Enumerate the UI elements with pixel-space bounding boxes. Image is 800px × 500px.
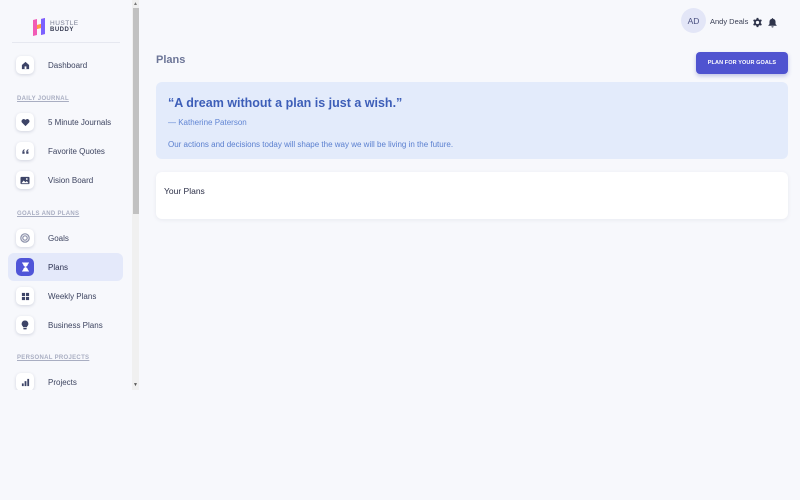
quote-text: “A dream without a plan is just a wish.” xyxy=(168,96,403,110)
sidebar-item-label: Projects xyxy=(48,377,77,387)
hourglass-icon xyxy=(16,258,34,276)
sidebar-item-projects[interactable]: Projects xyxy=(8,368,123,390)
grid-icon xyxy=(16,287,34,305)
section-title-goals-and-plans: GOALS AND PLANS xyxy=(17,211,80,217)
sidebar-item-label: 5 Minute Journals xyxy=(48,117,112,127)
sidebar-item-business-plans[interactable]: Business Plans xyxy=(8,311,123,339)
sidebar-item-label: Goals xyxy=(48,233,69,243)
house-icon xyxy=(16,56,34,74)
page-title: Plans xyxy=(156,54,186,66)
your-plans-title: Your Plans xyxy=(164,186,205,196)
sidebar-item-plans[interactable]: Plans xyxy=(8,253,123,281)
logo-text: HUSTLE BUDDY xyxy=(50,20,79,34)
section-title-personal-projects: PERSONAL PROJECTS xyxy=(17,355,90,361)
quote-subtext: Our actions and decisions today will sha… xyxy=(168,140,454,149)
sidebar-item-5-minute-journals[interactable]: 5 Minute Journals xyxy=(8,108,123,136)
sidebar-scrollbar[interactable]: ▲ ▼ xyxy=(132,0,139,390)
sidebar-item-vision-board[interactable]: Vision Board xyxy=(8,166,123,194)
quote-card: “A dream without a plan is just a wish.”… xyxy=(156,82,788,159)
sidebar: HUSTLE BUDDY Dashboard DAILY JOURNAL 5 M… xyxy=(0,0,132,390)
quote-author: — Katherine Paterson xyxy=(168,118,247,127)
sidebar-item-label: Plans xyxy=(48,262,69,272)
logo-h-icon xyxy=(32,18,48,36)
avatar[interactable]: AD xyxy=(681,8,706,33)
scroll-up-arrow-icon[interactable]: ▲ xyxy=(132,0,139,7)
scrollbar-thumb[interactable] xyxy=(132,8,139,214)
section-title-daily-journal: DAILY JOURNAL xyxy=(17,96,69,102)
lightbulb-icon xyxy=(16,316,34,334)
sidebar-item-label: Weekly Plans xyxy=(48,291,97,301)
sidebar-item-label: Vision Board xyxy=(48,175,94,185)
your-plans-card: Your Plans xyxy=(156,172,788,219)
logo-divider xyxy=(12,42,120,43)
sidebar-item-dashboard[interactable]: Dashboard xyxy=(8,51,123,79)
bar-chart-icon xyxy=(16,373,34,390)
sidebar-item-label: Business Plans xyxy=(48,320,103,330)
image-icon xyxy=(16,171,34,189)
plan-for-your-goals-button[interactable]: PLAN FOR YOUR GOALS xyxy=(696,52,788,74)
gear-icon[interactable] xyxy=(752,15,763,28)
sidebar-item-favorite-quotes[interactable]: Favorite Quotes xyxy=(8,137,123,165)
scroll-down-arrow-icon[interactable]: ▼ xyxy=(132,380,139,390)
sidebar-item-weekly-plans[interactable]: Weekly Plans xyxy=(8,282,123,310)
heart-icon xyxy=(16,113,34,131)
sidebar-item-label: Dashboard xyxy=(48,60,88,70)
username[interactable]: Andy Deals xyxy=(710,17,748,26)
target-icon xyxy=(16,229,34,247)
sidebar-item-goals[interactable]: Goals xyxy=(8,224,123,252)
quote-icon xyxy=(16,142,34,160)
hustle-buddy-logo[interactable]: HUSTLE BUDDY xyxy=(32,16,82,38)
logo-line-2: BUDDY xyxy=(50,27,74,34)
bell-icon[interactable] xyxy=(767,15,778,28)
sidebar-item-label: Favorite Quotes xyxy=(48,146,105,156)
